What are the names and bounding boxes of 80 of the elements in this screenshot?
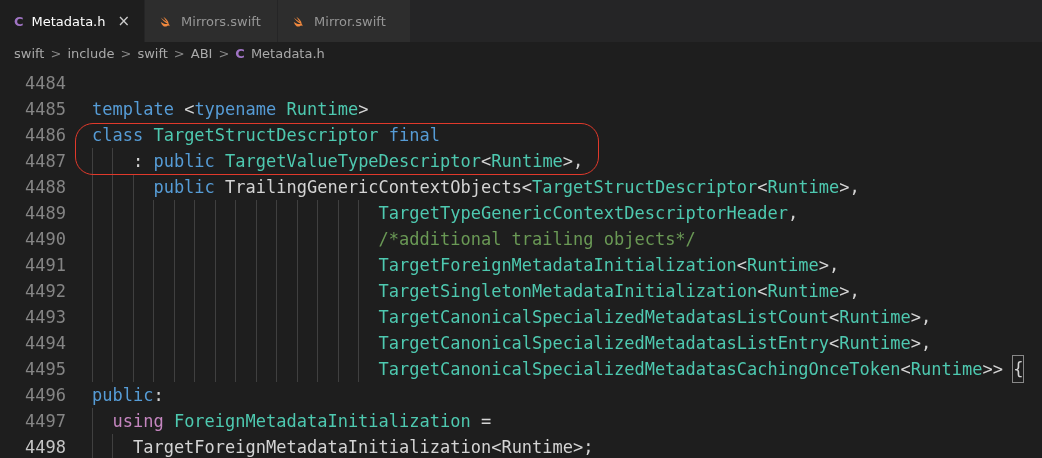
code-text: <: [757, 280, 768, 303]
code-type: Runtime: [767, 280, 840, 303]
line-number: 4494: [24, 332, 66, 355]
code-keyword: final: [387, 124, 440, 147]
line-number: 4489: [24, 202, 66, 225]
code-type: Runtime: [839, 306, 911, 329]
code-type: Runtime: [747, 254, 819, 277]
code-keyword: public: [92, 384, 154, 407]
code-type: TargetSingletonMetadataInitialization: [378, 280, 758, 303]
code-type: ForeignMetadataInitialization: [172, 410, 471, 433]
breadcrumb-separator: >: [218, 45, 230, 61]
code-text: TrailingGenericContextObjects<: [224, 176, 533, 199]
line-number: 4485: [24, 98, 66, 121]
code-text: >,: [910, 306, 932, 329]
line-number: 4496: [24, 384, 66, 407]
code-text: <: [736, 254, 748, 277]
breadcrumb-item[interactable]: swift: [14, 45, 45, 61]
code-text: >,: [562, 150, 584, 173]
code-type: Runtime: [910, 358, 983, 381]
matched-bracket: {: [1013, 356, 1024, 382]
code-text: =: [479, 410, 492, 433]
code-keyword: public: [153, 176, 215, 199]
code-type: TargetCanonicalSpecializedMetadatasCachingOnceToken: [378, 358, 901, 381]
c-file-icon: C: [14, 13, 24, 29]
breadcrumb-item[interactable]: swift: [137, 45, 168, 61]
code-text: <: [183, 98, 195, 121]
code-text: >,: [839, 280, 860, 303]
code-text: >,: [910, 332, 932, 355]
code-keyword: public: [152, 150, 215, 173]
breadcrumb-item[interactable]: Metadata.h: [250, 45, 325, 61]
line-number: 4487: [24, 150, 66, 173]
c-file-icon: C: [235, 45, 245, 61]
code-text: <: [900, 358, 911, 381]
code-keyword: template: [92, 98, 174, 121]
code-text: TargetForeignMetadataInitialization<Runtime>;: [132, 436, 594, 458]
breadcrumb-separator: >: [120, 45, 132, 61]
code-text: >: [358, 98, 369, 121]
code-keyword: class: [92, 124, 144, 147]
line-number: 4493: [24, 306, 66, 329]
editor-tab[interactable]: Mirror.swift: [278, 0, 412, 42]
code-type: TargetStructDescriptor: [152, 124, 379, 147]
editor-tab[interactable]: C Metadata.h ×: [0, 0, 146, 42]
code-type: TargetCanonicalSpecializedMetadatasListEntry: [378, 332, 829, 355]
line-number: 4495: [24, 358, 66, 381]
code-type: Runtime: [767, 176, 840, 199]
breadcrumb-item[interactable]: include: [67, 45, 115, 61]
code-text: <: [757, 176, 768, 199]
line-number: 4488: [24, 176, 66, 199]
code-text: <: [480, 150, 492, 173]
line-number: 4492: [24, 280, 66, 303]
code-type: TargetTypeGenericContextDescriptorHeader: [378, 202, 788, 225]
line-number: 4486: [24, 124, 66, 147]
line-number: 4491: [24, 254, 66, 277]
code-type: TargetValueTypeDescriptor: [224, 150, 481, 173]
code-type: Runtime: [491, 150, 563, 173]
line-number: 4497: [24, 410, 66, 433]
line-number: 4484: [24, 72, 66, 95]
code-type: TargetForeignMetadataInitialization: [378, 254, 737, 277]
line-number: 4498: [24, 436, 66, 458]
code-keyword: using: [112, 410, 164, 433]
code-text: >,: [818, 254, 840, 277]
code-text: ,: [787, 202, 799, 225]
code-comment: /*additional trailing objects*/: [378, 228, 696, 251]
code-text: <: [828, 332, 840, 355]
code-text: >>: [982, 358, 1004, 381]
code-type: Runtime: [285, 98, 359, 121]
line-number: 4490: [24, 228, 66, 251]
editor-tab[interactable]: Mirrors.swift: [145, 0, 279, 42]
code-text: :: [153, 384, 164, 407]
breadcrumb-item[interactable]: ABI: [190, 45, 213, 61]
code-text: :: [132, 150, 144, 173]
close-button[interactable]: ×: [117, 12, 131, 30]
code-text: >,: [839, 176, 860, 199]
breadcrumb-separator: >: [173, 45, 185, 61]
breadcrumb-separator: >: [50, 45, 62, 61]
code-text: <: [828, 306, 840, 329]
code-type: TargetStructDescriptor: [532, 176, 758, 199]
code-type: Runtime: [839, 332, 911, 355]
code-keyword: typename: [194, 98, 277, 121]
code-type: TargetCanonicalSpecializedMetadatasListCount: [378, 306, 829, 329]
